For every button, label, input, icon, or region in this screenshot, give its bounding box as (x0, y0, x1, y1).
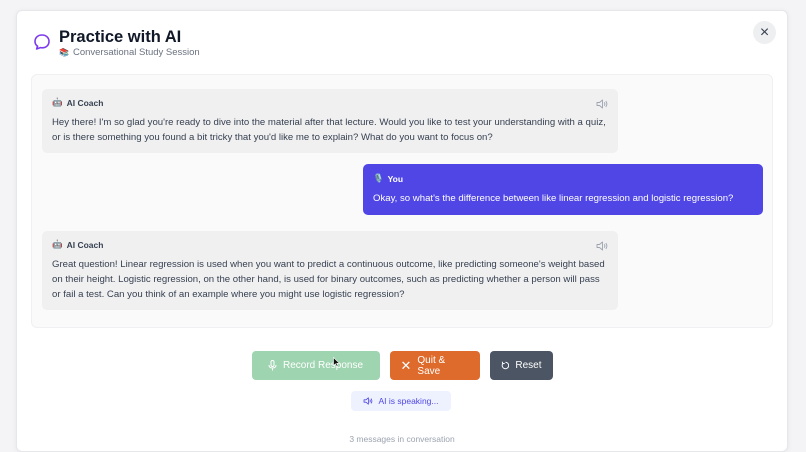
microphone-icon (268, 360, 277, 371)
message-count: 3 messages in conversation (349, 434, 455, 444)
ai-message: 🤖 AI Coach Great question! Linear regres… (42, 231, 618, 310)
record-response-button[interactable]: Record Response (251, 351, 380, 380)
mouse-cursor-icon (333, 357, 340, 367)
sender-name: You (387, 173, 404, 184)
speaker-icon (364, 397, 373, 405)
x-icon: ✕ (400, 357, 412, 373)
ai-speaking-status: AI is speaking... (351, 391, 451, 411)
speaking-text: AI is speaking... (378, 396, 439, 406)
chat-panel[interactable]: 🤖 AI Coach Hey there! I'm so glad you're… (31, 74, 773, 328)
close-button[interactable]: × (753, 21, 776, 44)
reset-button[interactable]: Reset (489, 351, 553, 380)
practice-modal: Practice with AI 📚 Conversational Study … (16, 10, 788, 452)
sender-name: AI Coach (66, 239, 104, 250)
close-icon: × (759, 23, 770, 41)
chat-bubble-icon (34, 34, 50, 50)
refresh-icon (501, 361, 509, 370)
ai-message: 🤖 AI Coach Hey there! I'm so glad you're… (42, 89, 618, 153)
record-label: Record Response (282, 360, 364, 371)
message-text: Hey there! I'm so glad you're ready to d… (52, 117, 606, 143)
speaker-icon[interactable] (596, 241, 608, 251)
message-sender: 🤖 AI Coach (52, 239, 608, 250)
quit-label: Quit & Save (417, 354, 446, 377)
robot-icon: 🤖 (52, 97, 63, 107)
book-icon: 📚 (59, 47, 69, 57)
page-title: Practice with AI (59, 28, 182, 46)
reset-label: Reset (515, 360, 542, 371)
microphone-icon: 🎙️ (373, 173, 384, 183)
controls: Record Response ✕ Quit & Save Reset (17, 351, 787, 380)
speaker-icon[interactable] (596, 99, 608, 109)
subtitle-text: Conversational Study Session (72, 47, 200, 58)
robot-icon: 🤖 (52, 239, 63, 249)
message-sender: 🤖 AI Coach (52, 97, 608, 108)
message-sender: 🎙️ You (373, 173, 753, 184)
user-message: 🎙️ You Okay, so what's the difference be… (363, 164, 763, 215)
page-subtitle: 📚 Conversational Study Session (59, 47, 200, 58)
message-text: Great question! Linear regression is use… (52, 259, 605, 300)
quit-save-button[interactable]: ✕ Quit & Save (389, 351, 480, 380)
message-text: Okay, so what's the difference between l… (373, 193, 734, 204)
sender-name: AI Coach (66, 97, 104, 108)
